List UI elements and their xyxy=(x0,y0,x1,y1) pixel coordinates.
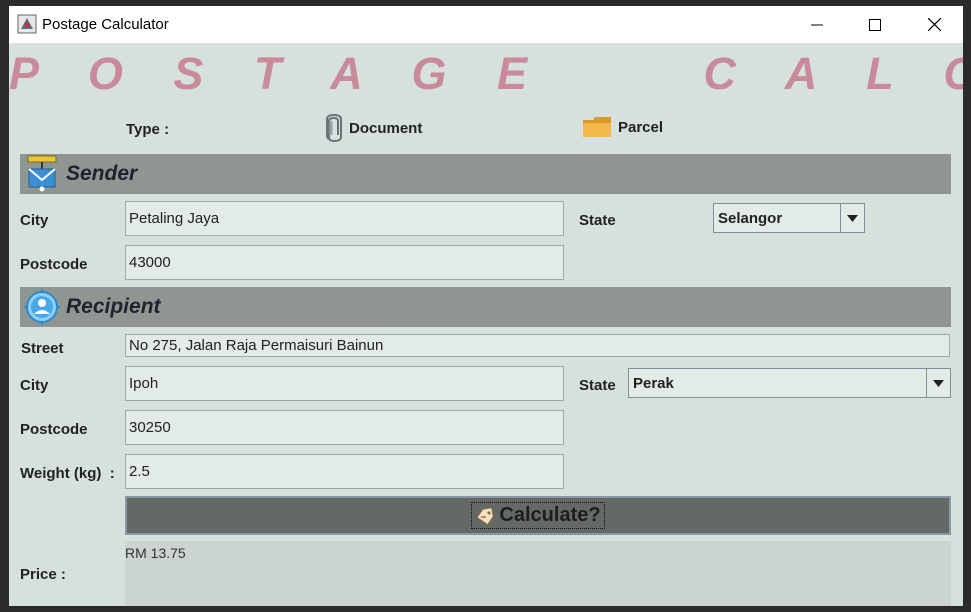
recipient-section-header: Recipient xyxy=(20,287,951,327)
maximize-button[interactable] xyxy=(846,6,904,43)
contact-icon xyxy=(24,289,60,325)
recipient-state-label: State xyxy=(579,377,616,394)
sender-postcode-field[interactable]: 43000 xyxy=(125,245,564,280)
chevron-down-icon[interactable] xyxy=(926,369,950,397)
recipient-state-value: Perak xyxy=(633,374,674,392)
sender-city-field[interactable]: Petaling Jaya xyxy=(125,201,564,236)
type-option-parcel[interactable]: Parcel xyxy=(582,115,663,139)
calculate-button-content: Calculate? xyxy=(471,502,605,529)
calculate-button-label: Calculate? xyxy=(499,504,601,526)
recipient-section-title: Recipient xyxy=(66,295,161,318)
folder-icon xyxy=(583,117,611,137)
maximize-icon xyxy=(869,18,881,31)
sender-section-header: Sender xyxy=(20,154,951,194)
type-option-document-label: Document xyxy=(349,119,423,137)
sender-postcode-label: Postcode xyxy=(20,256,88,273)
type-option-parcel-label: Parcel xyxy=(618,118,664,136)
recipient-city-label: City xyxy=(20,377,49,394)
banner-title: P O S T A G E C A L C U L A T O R xyxy=(9,48,963,99)
java-app-icon xyxy=(17,14,37,34)
paperclip-icon xyxy=(326,113,342,143)
minimize-button[interactable] xyxy=(788,6,846,43)
sender-state-value: Selangor xyxy=(718,209,783,227)
title-bar: Postage Calculator xyxy=(9,6,963,43)
close-button[interactable] xyxy=(905,6,963,43)
mailbox-icon xyxy=(27,155,57,192)
type-option-document[interactable]: Document xyxy=(325,113,422,143)
sender-city-label: City xyxy=(20,212,49,229)
sender-state-label: State xyxy=(579,212,616,229)
recipient-state-select[interactable]: Perak xyxy=(628,368,951,398)
calculate-button[interactable]: Calculate? xyxy=(125,496,951,535)
price-label: Price : xyxy=(20,566,66,583)
minimize-icon xyxy=(811,24,823,25)
price-tag-icon xyxy=(476,506,495,525)
sender-section-title: Sender xyxy=(66,162,138,185)
weight-label: Weight (kg) : xyxy=(20,465,115,482)
close-icon xyxy=(927,18,941,31)
recipient-street-label: Street xyxy=(21,340,64,357)
chevron-down-icon[interactable] xyxy=(840,204,864,232)
recipient-street-field[interactable]: No 275, Jalan Raja Permaisuri Bainun xyxy=(125,334,950,357)
recipient-postcode-label: Postcode xyxy=(20,421,88,438)
price-output-area: RM 13.75 xyxy=(125,541,951,606)
price-value: RM 13.75 xyxy=(125,545,186,561)
app-window: Postage Calculator P O S T A G E C A L C… xyxy=(9,6,963,606)
recipient-city-field[interactable]: Ipoh xyxy=(125,366,564,401)
recipient-postcode-field[interactable]: 30250 xyxy=(125,410,564,445)
window-title: Postage Calculator xyxy=(42,16,169,33)
type-label: Type : xyxy=(126,121,170,138)
weight-field[interactable]: 2.5 xyxy=(125,454,564,489)
sender-state-select[interactable]: Selangor xyxy=(713,203,865,233)
